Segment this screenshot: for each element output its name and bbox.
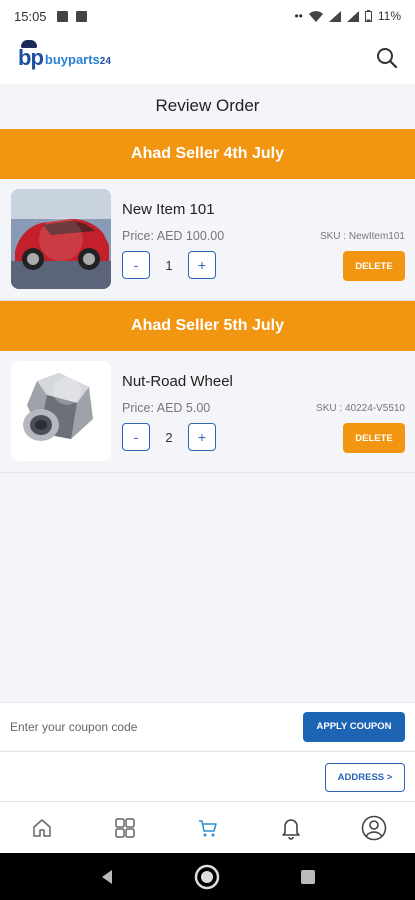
app-bar: bp buyparts24 [0, 32, 415, 84]
nav-categories[interactable] [105, 808, 145, 848]
quantity-value: 2 [165, 429, 173, 445]
delete-button[interactable]: DELETE [343, 251, 405, 281]
item-name: Nut-Road Wheel [122, 373, 233, 390]
nav-home[interactable] [22, 808, 62, 848]
decrease-qty-button[interactable]: - [122, 251, 150, 279]
system-navigation-bar [0, 853, 415, 900]
decrease-qty-button[interactable]: - [122, 423, 150, 451]
quantity-value: 1 [165, 257, 173, 273]
nav-notifications[interactable] [271, 808, 311, 848]
wheel-nut-image [11, 361, 111, 461]
apply-coupon-button[interactable]: APPLY COUPON [303, 711, 405, 742]
more-dots-icon: •• [294, 9, 303, 23]
product-thumbnail[interactable] [11, 361, 111, 461]
recents-icon[interactable] [300, 869, 316, 885]
buyparts-logo[interactable]: bp buyparts24 [18, 40, 111, 69]
address-button[interactable]: ADDRESS > [325, 763, 405, 792]
signal-icon-2 [346, 10, 359, 22]
back-icon[interactable] [99, 869, 115, 885]
profile-icon [361, 815, 386, 840]
item-price: Price: AED 100.00 [122, 229, 225, 243]
search-button[interactable] [373, 44, 401, 72]
delete-button[interactable]: DELETE [343, 423, 405, 453]
coupon-row: APPLY COUPON [0, 702, 415, 750]
seller-header: Ahad Seller 4th July [0, 129, 415, 179]
coupon-input[interactable] [10, 719, 303, 734]
item-sku: SKU : NewItem101 [319, 231, 405, 242]
hat-icon [21, 40, 37, 48]
item-price: Price: AED 5.00 [122, 401, 211, 415]
red-car-image [11, 189, 111, 289]
nav-cart[interactable] [188, 808, 228, 848]
bell-icon [281, 818, 300, 840]
gallery-notification-icon [56, 10, 68, 22]
quantity-stepper: - 1 + [122, 251, 216, 279]
home-circle-icon[interactable] [193, 863, 221, 891]
order-item: New Item 101 Price: AED 100.00 SKU : New… [0, 179, 415, 301]
address-row: ADDRESS > [0, 751, 415, 801]
increase-qty-button[interactable]: + [188, 423, 216, 451]
quantity-stepper: - 2 + [122, 423, 216, 451]
search-icon [377, 48, 398, 69]
status-time: 15:05 [14, 8, 47, 24]
product-thumbnail[interactable] [11, 189, 111, 289]
order-item: Nut-Road Wheel Price: AED 5.00 SKU : 402… [0, 351, 415, 473]
news-notification-icon [75, 10, 87, 22]
seller-header: Ahad Seller 5th July [0, 301, 415, 351]
status-bar: 15:05 •• 11% [0, 0, 415, 32]
home-icon [32, 818, 51, 837]
signal-icon [328, 10, 341, 22]
page-title: Review Order [155, 96, 260, 115]
logo-mark: bp [18, 40, 44, 69]
item-sku: SKU : 40224-V5510 [316, 403, 405, 414]
item-name: New Item 101 [122, 201, 215, 218]
battery-icon [364, 10, 372, 22]
logo-text: buyparts24 [44, 52, 111, 67]
nav-profile[interactable] [354, 808, 394, 848]
categories-icon [114, 817, 135, 838]
bottom-nav [0, 801, 415, 853]
increase-qty-button[interactable]: + [188, 251, 216, 279]
battery-percent: 11% [377, 9, 401, 23]
cart-icon [198, 819, 217, 836]
wifi-icon [308, 10, 323, 22]
